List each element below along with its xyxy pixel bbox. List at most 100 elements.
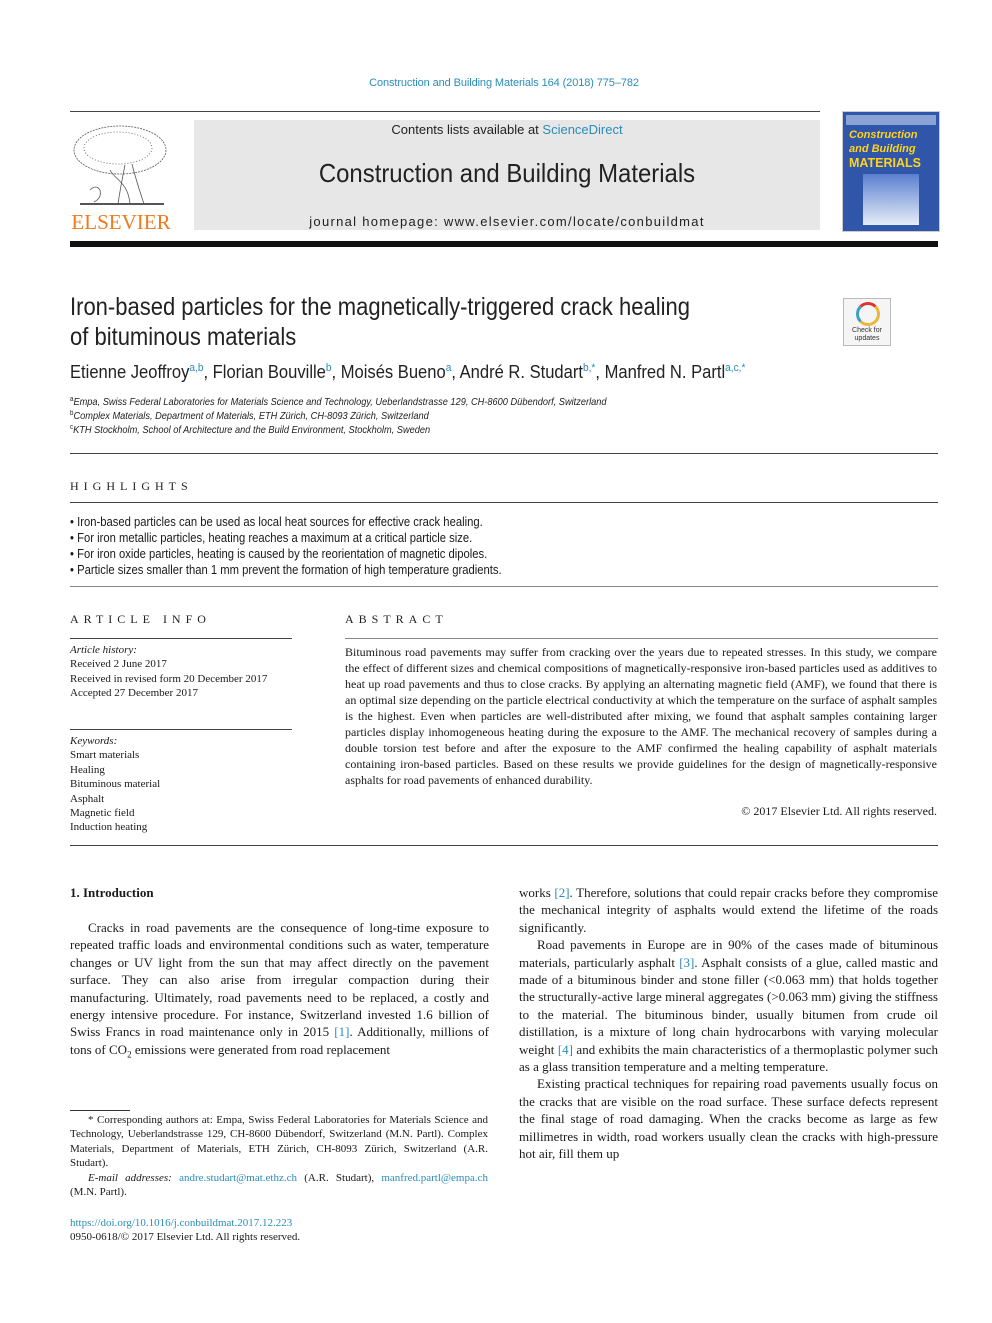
citation-link[interactable]: [1] [334,1024,349,1039]
email-owner: (A.R. Studart), [297,1171,382,1184]
journal-homepage[interactable]: journal homepage: www.elsevier.com/locat… [194,214,820,229]
author-affil-mark[interactable]: a,b [189,362,203,374]
affiliation-text: Complex Materials, Department of Materia… [73,410,429,422]
paragraph-text: Cracks in road pavements are the consequ… [70,920,489,1040]
highlights-list: • Iron-based particles can be used as lo… [70,514,610,578]
divider [70,729,292,730]
article-history: Article history: Received 2 June 2017 Re… [70,643,292,701]
divider [70,586,938,587]
author-list: Etienne Jeoffroya,b, Florian Bouvilleb, … [70,362,746,382]
footnote: * Corresponding authors at: Empa, Swiss … [70,1113,488,1199]
footnote-rule [70,1110,130,1111]
email-link[interactable]: andre.studart@mat.ethz.ch [179,1172,297,1184]
history-label: Article history: [70,644,137,656]
keywords: Keywords: Smart materials Healing Bitumi… [70,734,292,835]
title-line-1: Iron-based particles for the magneticall… [70,293,690,321]
highlight-item: • Particle sizes smaller than 1 mm preve… [70,563,502,577]
highlight-text: Particle sizes smaller than 1 mm prevent… [77,563,502,577]
affiliation: bComplex Materials, Department of Materi… [70,410,429,422]
paragraph-text: . Therefore, solutions that could repair… [519,885,939,935]
divider [70,845,938,846]
cover-line1: Construction [849,129,918,141]
keyword: Healing [70,763,105,776]
author-affil-mark[interactable]: b,* [583,362,595,374]
cover-title: Construction and Building MATERIALS [849,128,921,170]
contents-prefix: Contents lists available at [391,122,543,137]
keyword: Smart materials [70,749,140,762]
keyword: Asphalt [70,792,105,805]
check-updates-label: Check for updates [852,327,882,342]
citation-link[interactable]: [4] [558,1042,573,1057]
affiliation-text: Empa, Swiss Federal Laboratories for Mat… [73,396,607,408]
top-rule [70,111,820,112]
citation-link[interactable]: [2] [554,885,569,900]
sciencedirect-link[interactable]: ScienceDirect [542,122,622,137]
author-affil-mark[interactable]: b [326,362,332,374]
highlight-text: For iron oxide particles, heating is cau… [77,547,488,561]
paragraph: Road pavements in Europe are in 90% of t… [519,936,938,1075]
divider [70,453,938,454]
highlight-item: • For iron oxide particles, heating is c… [70,547,488,561]
history-item: Received in revised form 20 December 201… [70,672,268,685]
issn-copyright: 0950-0618/© 2017 Elsevier Ltd. All right… [70,1231,301,1244]
paragraph: works [2]. Therefore, solutions that cou… [519,884,938,936]
article-title: Iron-based particles for the magneticall… [70,292,792,352]
email-label: E-mail addresses: [88,1171,172,1184]
author-name[interactable]: André R. Studart [460,362,583,382]
paragraph: Cracks in road pavements are the consequ… [70,919,489,1064]
email-link[interactable]: manfred.partl@empa.ch [381,1172,488,1184]
author-name[interactable]: Manfred N. Partl [605,362,726,382]
doi-block: https://doi.org/10.1016/j.conbuildmat.20… [70,1216,490,1245]
affiliation: cKTH Stockholm, School of Architecture a… [70,424,430,436]
body-column-left: Cracks in road pavements are the consequ… [70,919,489,1064]
paragraph-text: and exhibits the main characteristics of… [519,1041,938,1075]
journal-cover-image: Construction and Building MATERIALS [842,111,940,232]
divider [345,638,938,639]
author-name[interactable]: Moisés Bueno [341,362,446,382]
abstract-copyright: © 2017 Elsevier Ltd. All rights reserved… [741,804,937,818]
check-updates-icon [856,302,880,326]
body-column-right: works [2]. Therefore, solutions that cou… [519,884,938,1163]
running-head[interactable]: Construction and Building Materials 164 … [0,77,992,89]
divider [70,638,292,639]
email-owner: (M.N. Partl). [70,1186,127,1199]
masthead-thick-rule [70,241,938,247]
abstract-text: Bituminous road pavements may suffer fro… [345,645,937,787]
keyword: Magnetic field [70,807,135,820]
check-for-updates-button[interactable]: Check for updates [843,298,891,346]
article-info-heading: ARTICLE INFO [70,612,211,626]
email-note: E-mail addresses: andre.studart@mat.ethz… [70,1171,488,1200]
keyword: Bituminous material [70,778,161,791]
journal-masthead: Contents lists available at ScienceDirec… [194,120,820,230]
paragraph-text: emissions were generated from road repla… [131,1041,391,1057]
paragraph-text: works [519,885,555,900]
history-item: Received 2 June 2017 [70,658,167,671]
paragraph: Existing practical techniques for repair… [519,1076,938,1162]
corresponding-note: * Corresponding authors at: Empa, Swiss … [70,1114,488,1170]
journal-title: Construction and Building Materials [318,158,696,188]
title-line-2: of bituminous materials [70,323,297,351]
keywords-label: Keywords: [70,735,118,747]
highlight-item: • For iron metallic particles, heating r… [70,531,473,545]
highlight-text: For iron metallic particles, heating rea… [77,531,473,545]
cover-line2: and Building [849,143,916,155]
abstract-heading: ABSTRACT [345,612,448,626]
highlight-item: • Iron-based particles can be used as lo… [70,515,483,529]
divider [70,502,938,503]
author-affil-mark[interactable]: a,c,* [725,362,745,374]
cover-gradient [863,174,919,225]
author-name[interactable]: Florian Bouville [213,362,326,382]
section-heading: 1. Introduction [70,885,154,900]
history-item: Accepted 27 December 2017 [70,687,198,700]
author-name[interactable]: Etienne Jeoffroy [70,362,189,382]
highlight-text: Iron-based particles can be used as loca… [77,515,483,529]
author-affil-mark[interactable]: a [446,362,452,374]
doi-link[interactable]: https://doi.org/10.1016/j.conbuildmat.20… [70,1216,490,1230]
highlights-heading: HIGHLIGHTS [70,479,193,493]
citation-link[interactable]: [3] [679,955,694,970]
cover-line3: MATERIALS [849,156,921,170]
affiliation-text: KTH Stockholm, School of Architecture an… [73,424,431,436]
elsevier-wordmark: ELSEVIER [71,210,171,234]
cover-band [846,115,936,125]
contents-line: Contents lists available at ScienceDirec… [194,122,820,137]
